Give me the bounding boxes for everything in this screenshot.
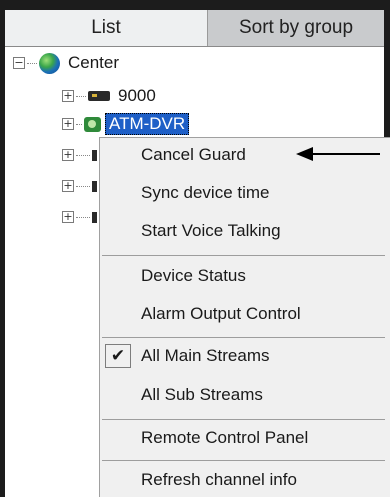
tree-node-label-selected: ATM-DVR	[105, 113, 190, 135]
collapse-icon[interactable]: −	[13, 57, 25, 69]
dvr-icon	[88, 91, 110, 101]
tree-node-hidden-2[interactable]: +	[62, 175, 97, 197]
tree-node-label: 9000	[118, 86, 156, 105]
menu-item-start-voice-talking[interactable]: Start Voice Talking	[100, 215, 385, 247]
tree-node-atm-dvr[interactable]: + ATM-DVR	[62, 113, 190, 135]
menu-item-remote-control-panel[interactable]: Remote Control Panel	[100, 422, 385, 454]
menu-item-label: All Main Streams	[141, 346, 270, 365]
device-tree-panel: List Sort by group − Center + 9000 + ATM…	[0, 0, 390, 497]
menu-separator	[102, 460, 385, 461]
menu-item-label: Refresh channel info	[141, 470, 297, 489]
globe-icon	[39, 52, 60, 74]
tree-node-label: Center	[68, 53, 120, 72]
menu-item-label: Start Voice Talking	[141, 221, 281, 240]
menu-separator	[102, 255, 385, 256]
checkmark-icon: ✔	[105, 344, 131, 368]
menu-separator	[102, 419, 385, 420]
tree-node-9000[interactable]: + 9000	[62, 85, 156, 107]
expand-icon[interactable]: +	[62, 118, 74, 130]
menu-item-alarm-output-control[interactable]: Alarm Output Control	[100, 298, 385, 330]
menu-item-label: Alarm Output Control	[141, 304, 301, 323]
menu-item-all-sub-streams[interactable]: All Sub Streams	[100, 379, 385, 411]
camera-device-icon	[84, 116, 101, 132]
menu-separator	[102, 337, 385, 338]
tree-connector	[76, 95, 86, 97]
window-top-border	[0, 0, 390, 10]
tree-node-hidden-1[interactable]: +	[62, 144, 97, 166]
tab-sort-by-group[interactable]: Sort by group	[208, 10, 384, 46]
tree-connector	[76, 123, 82, 125]
menu-item-label: Remote Control Panel	[141, 428, 309, 447]
tree-connector	[27, 62, 37, 64]
device-icon	[92, 180, 97, 192]
menu-item-label: All Sub Streams	[141, 385, 263, 404]
expand-icon[interactable]: +	[62, 180, 74, 192]
menu-item-label: Device Status	[141, 266, 246, 285]
tree-connector	[76, 185, 90, 187]
tree-connector	[76, 154, 90, 156]
menu-item-sync-device-time[interactable]: Sync device time	[100, 177, 385, 209]
context-menu: Cancel Guard Sync device time Start Voic…	[99, 137, 390, 497]
tab-list[interactable]: List	[5, 10, 208, 46]
tree-connector	[76, 216, 90, 218]
menu-item-label: Cancel Guard	[141, 145, 246, 164]
expand-icon[interactable]: +	[62, 149, 74, 161]
expand-icon[interactable]: +	[62, 211, 74, 223]
device-icon	[92, 211, 97, 223]
arrow-left-icon	[296, 147, 380, 161]
menu-item-all-main-streams[interactable]: ✔ All Main Streams	[100, 340, 385, 372]
expand-icon[interactable]: +	[62, 90, 74, 102]
tree-node-center[interactable]: − Center	[13, 52, 119, 74]
menu-item-refresh-channel-info[interactable]: Refresh channel info	[100, 464, 385, 496]
menu-item-device-status[interactable]: Device Status	[100, 260, 385, 292]
view-tabs: List Sort by group	[5, 10, 384, 47]
menu-item-label: Sync device time	[141, 183, 270, 202]
tree-node-hidden-3[interactable]: +	[62, 206, 97, 228]
device-icon	[92, 149, 97, 161]
